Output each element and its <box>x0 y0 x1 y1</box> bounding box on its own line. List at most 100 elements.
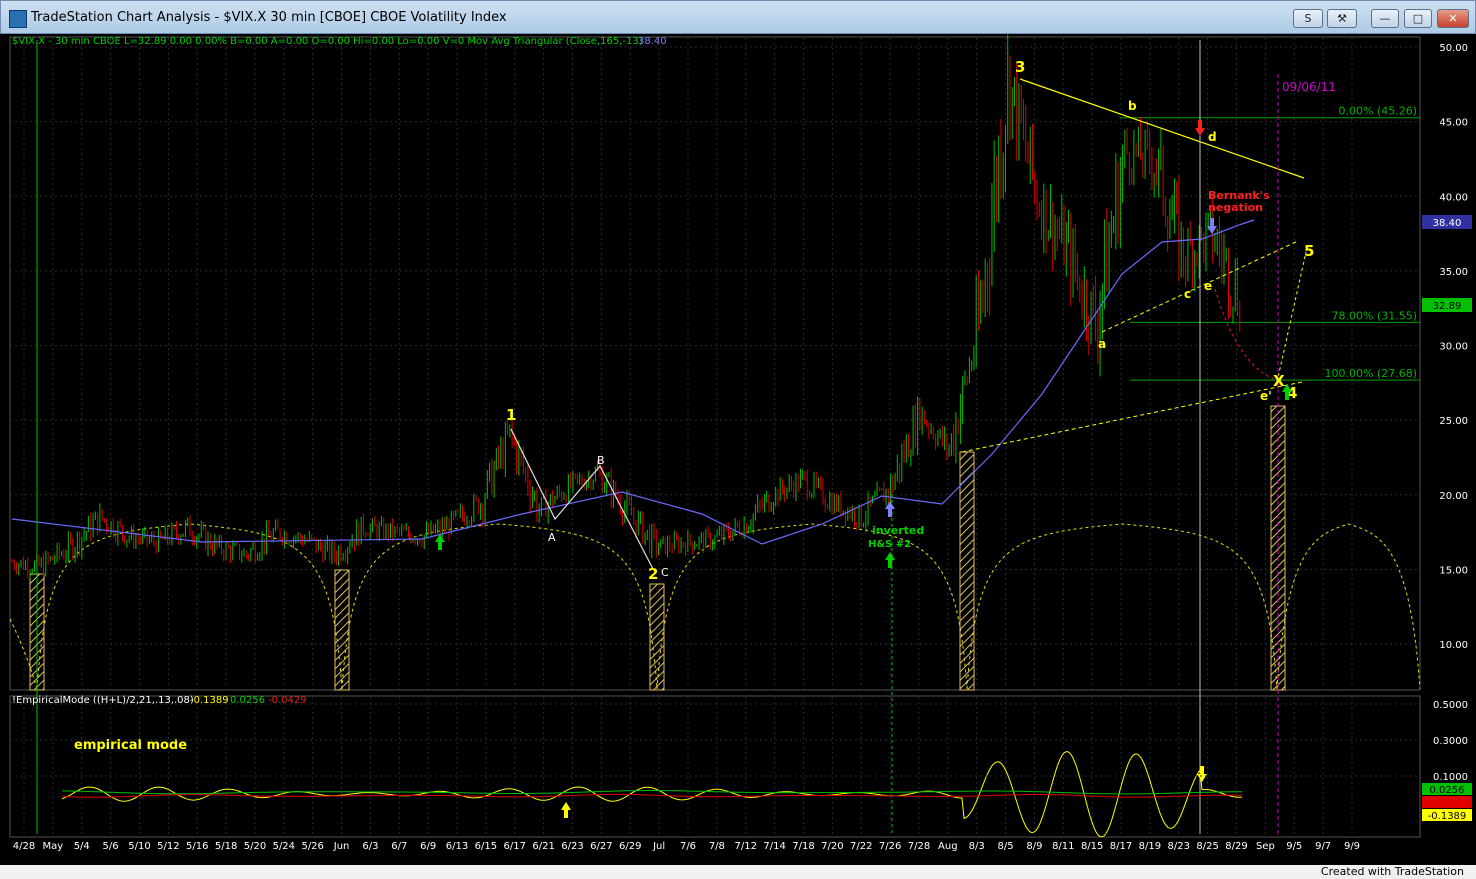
date-tick-label: 8/29 <box>1225 841 1247 852</box>
date-tick-label: May <box>43 841 64 852</box>
date-tick-label: 7/28 <box>908 841 930 852</box>
date-marker-label: 09/06/11 <box>1282 80 1336 94</box>
credit-text: Created with TradeStation <box>1320 865 1464 878</box>
osc-flag-yellow-text: -0.1389 <box>1428 811 1467 822</box>
date-tick-label: 5/10 <box>128 841 150 852</box>
wave-c-label: c <box>1184 287 1191 301</box>
date-tick-label: 7/8 <box>709 841 725 852</box>
date-tick-label: 5/6 <box>103 841 119 852</box>
date-tick-label: Jun <box>333 841 350 852</box>
date-tick-label: 6/7 <box>391 841 407 852</box>
window-title: TradeStation Chart Analysis - $VIX.X 30 … <box>31 10 507 25</box>
date-tick-label: 6/17 <box>504 841 526 852</box>
osc-tick-label: 0.5000 <box>1433 700 1468 711</box>
cycle-bar <box>959 451 975 691</box>
osc-flag-green-text: 0.0256 <box>1430 785 1465 796</box>
wave-1-label: 1 <box>506 406 516 424</box>
date-tick-label: 6/3 <box>362 841 378 852</box>
date-tick-label: 8/9 <box>1026 841 1042 852</box>
date-tick-label: 6/29 <box>619 841 641 852</box>
date-tick-label: 6/23 <box>561 841 583 852</box>
date-tick-label: 7/26 <box>879 841 901 852</box>
date-tick-label: 6/13 <box>446 841 468 852</box>
date-tick-label: 6/27 <box>590 841 612 852</box>
price-tick-label: 25.00 <box>1439 416 1468 427</box>
fib-label: 78.00% (31.55) <box>1331 309 1417 322</box>
date-tick-label: 8/3 <box>969 841 985 852</box>
date-tick-label: 8/15 <box>1081 841 1103 852</box>
price-tick-label: 50.00 <box>1439 43 1468 54</box>
date-tick-label: 5/4 <box>74 841 90 852</box>
price-tick-label: 45.00 <box>1439 118 1468 129</box>
date-tick-label: 9/9 <box>1344 841 1360 852</box>
date-tick-label: 7/14 <box>763 841 785 852</box>
s-menu-button[interactable]: S <box>1293 9 1323 28</box>
date-tick-label: Jul <box>652 841 665 852</box>
date-tick-label: 7/12 <box>735 841 757 852</box>
date-tick-label: 5/12 <box>157 841 179 852</box>
price-tick-label: 15.00 <box>1439 565 1468 576</box>
symbol-info-text: $VIX.X - 30 min CBOE L=32.89 0.00 0.00% … <box>12 36 643 47</box>
minimize-button[interactable]: — <box>1371 9 1399 28</box>
cycle-bar <box>334 569 350 691</box>
hs-pattern-label: H&S #2 <box>868 539 911 550</box>
date-tick-label: Sep <box>1256 841 1275 852</box>
price-tick-label: 40.00 <box>1439 192 1468 203</box>
date-tick-label: 4/28 <box>13 841 35 852</box>
chart-area[interactable]: $VIX.X - 30 min CBOE L=32.89 0.00 0.00% … <box>2 34 1474 867</box>
status-bar: Created with TradeStation <box>0 865 1476 879</box>
date-tick-label: 6/15 <box>475 841 497 852</box>
date-tick-label: 9/7 <box>1315 841 1331 852</box>
date-tick-label: 5/16 <box>186 841 208 852</box>
date-tick-label: 8/25 <box>1196 841 1218 852</box>
price-tick-label: 30.00 <box>1439 342 1468 353</box>
date-tick-label: 7/22 <box>850 841 872 852</box>
wave-e-label: e <box>1204 279 1212 293</box>
close-button[interactable]: ✕ <box>1437 9 1469 28</box>
date-tick-label: 5/20 <box>244 841 266 852</box>
fib-label: 100.00% (27.68) <box>1324 367 1417 380</box>
date-tick-label: 6/9 <box>420 841 436 852</box>
wave-A-label: A <box>548 531 556 544</box>
wave-2-label: 2 <box>648 565 658 583</box>
date-tick-label: 7/20 <box>821 841 843 852</box>
window-titlebar: TradeStation Chart Analysis - $VIX.X 30 … <box>0 0 1476 34</box>
tradestation-app-icon <box>9 10 27 28</box>
date-tick-label: 8/5 <box>998 841 1014 852</box>
wave-B-label: B <box>597 454 605 467</box>
wave-b-label: b <box>1128 99 1137 113</box>
date-tick-label: 5/26 <box>301 841 323 852</box>
wave-3-label: 3 <box>1015 58 1025 76</box>
date-tick-label: 6/21 <box>532 841 554 852</box>
osc-tick-label: 0.1000 <box>1433 772 1468 783</box>
ma-price-flag-text: 38.40 <box>1433 218 1462 229</box>
date-tick-label: 8/23 <box>1168 841 1190 852</box>
date-tick-label: Aug <box>938 841 958 852</box>
wave-x-label: X <box>1273 372 1285 390</box>
cycle-bar <box>649 583 665 691</box>
chart-svg[interactable]: $VIX.X - 30 min CBOE L=32.89 0.00 0.00% … <box>2 34 1474 867</box>
wave-e-prime-label: e' <box>1260 389 1272 403</box>
wave-a-label: a <box>1098 337 1106 351</box>
osc-tick-label: 0.3000 <box>1433 736 1468 747</box>
wave-C-label: C <box>661 566 669 579</box>
wave-d-label: d <box>1208 130 1217 144</box>
date-tick-label: 8/19 <box>1139 841 1161 852</box>
fib-label: 0.00% (45.26) <box>1338 105 1417 118</box>
bernanke-line2: negation <box>1208 201 1263 214</box>
osc-flag-red <box>1422 796 1472 808</box>
date-tick-label: 5/24 <box>273 841 295 852</box>
tools-menu-button[interactable]: ⚒ <box>1327 9 1357 28</box>
date-tick-label: 7/18 <box>792 841 814 852</box>
maximize-button[interactable]: □ <box>1404 9 1432 28</box>
date-tick-label: 7/6 <box>680 841 696 852</box>
wave-5-label: 5 <box>1304 242 1314 260</box>
price-tick-label: 20.00 <box>1439 491 1468 502</box>
price-tick-label: 35.00 <box>1439 267 1468 278</box>
inverted-label: inverted <box>872 524 924 537</box>
time-axis: 4/28 May 5/4 5/6 5/10 5/12 5/16 5/18 5/20 5/24 5/2… <box>13 841 1360 852</box>
date-tick-label: 8/11 <box>1052 841 1074 852</box>
price-tick-label: 10.00 <box>1439 640 1468 651</box>
date-tick-label: 9/5 <box>1286 841 1302 852</box>
ma-value-text: 38.40 <box>638 36 667 47</box>
